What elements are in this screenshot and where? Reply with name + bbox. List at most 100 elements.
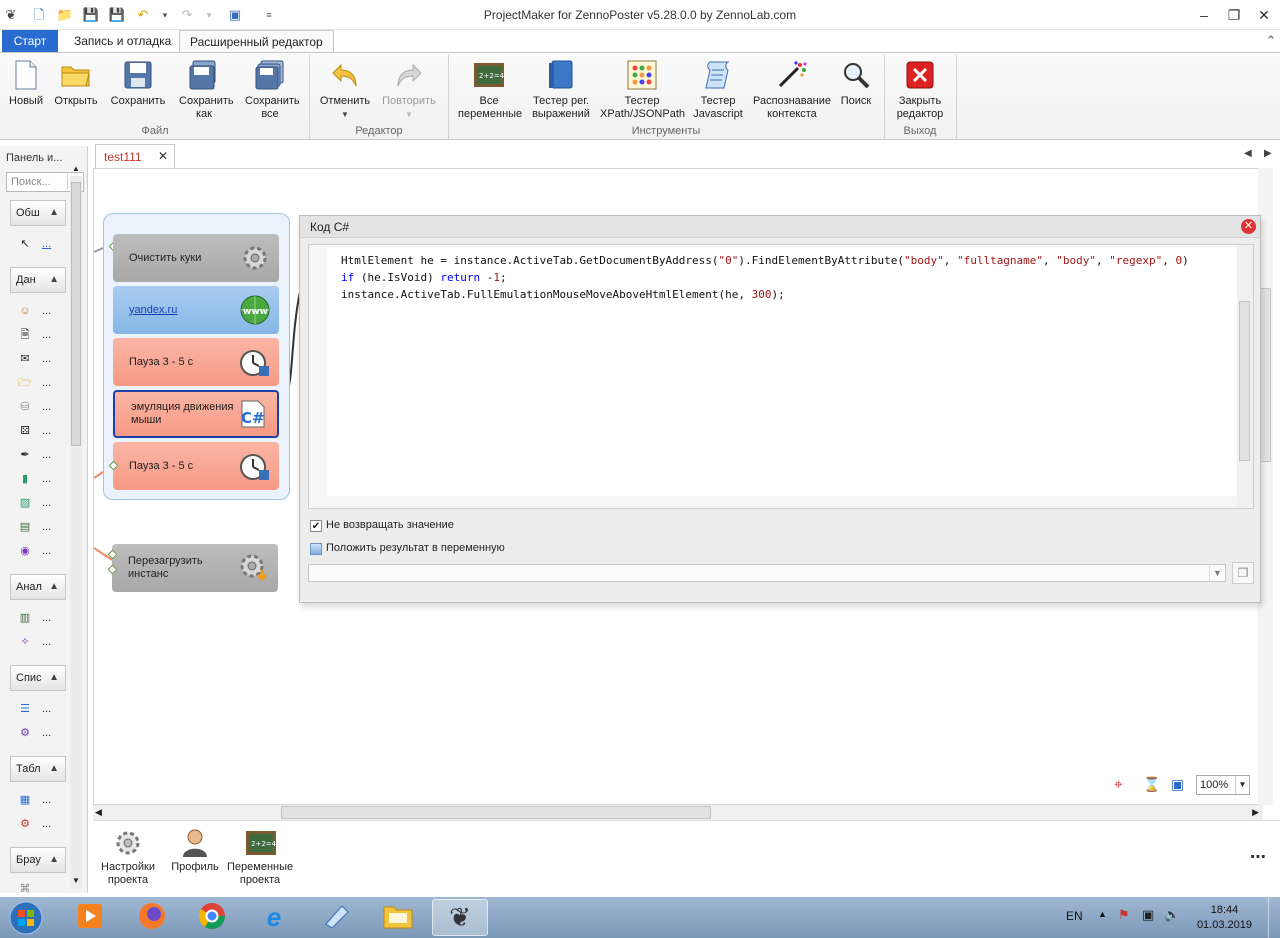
list-item[interactable]: ✉... (18, 350, 58, 368)
action-center-icon[interactable]: ⚑ (1118, 907, 1130, 923)
folder-icon: 🗁 (18, 377, 32, 389)
network-icon[interactable]: ▣ (1142, 907, 1154, 923)
block-pause-2[interactable]: Пауза 3 - 5 с (113, 442, 279, 490)
block-pause-1[interactable]: Пауза 3 - 5 с (113, 338, 279, 386)
volume-icon[interactable]: 🔈 (1164, 907, 1180, 923)
window-icon[interactable]: ▣ (1171, 776, 1184, 793)
list-item[interactable]: ↖... (18, 235, 58, 253)
section-data[interactable]: Дан ▲ (10, 267, 66, 293)
scroll-thumb[interactable] (1239, 301, 1250, 461)
minimize-icon[interactable]: – (1190, 4, 1218, 26)
redo-button[interactable]: Повторить ▼ (378, 59, 440, 121)
code-window-header[interactable]: Код C# ✕ (300, 216, 1260, 238)
copy-button[interactable]: ❐ (1232, 562, 1254, 584)
list-item[interactable]: ▥... (18, 609, 58, 627)
show-desktop-button[interactable] (1268, 897, 1280, 938)
list-item[interactable]: ▨... (18, 494, 58, 512)
taskbar-explorer[interactable] (370, 899, 426, 936)
context-recognition-button[interactable]: Распознавание контекста (752, 59, 832, 121)
chevron-down-icon[interactable]: ▼ (1209, 565, 1225, 581)
all-variables-button[interactable]: 2+2=4 Все переменные (456, 59, 522, 121)
project-variables-button[interactable]: 2+2=4 Переменные проекта (227, 827, 295, 887)
xpath-tester-button[interactable]: Тестер XPath/JSONPath (600, 59, 685, 121)
code-editor[interactable]: HtmlElement he = instance.ActiveTab.GetD… (308, 244, 1254, 509)
scroll-right-icon[interactable]: ▶ (1252, 807, 1259, 818)
list-item[interactable]: ▤... (18, 518, 58, 536)
list-item[interactable]: ▦... (18, 791, 58, 809)
section-browser[interactable]: Брау ▲ (10, 847, 66, 873)
panel-scrollbar[interactable]: ▲ ▼ (70, 164, 82, 889)
start-button[interactable] (0, 899, 52, 936)
scroll-thumb[interactable] (1260, 288, 1271, 462)
list-item[interactable]: ⚄... (18, 422, 58, 440)
list-item[interactable]: ◉... (18, 542, 58, 560)
scroll-thumb[interactable] (71, 182, 81, 446)
open-button[interactable]: Открыть (52, 59, 100, 108)
taskbar-ie[interactable]: e (246, 899, 302, 936)
list-item[interactable]: ✧... (18, 633, 58, 651)
language-indicator[interactable]: EN (1066, 909, 1083, 923)
js-tester-button[interactable]: Тестер Javascript (688, 59, 748, 121)
tab-record-debug[interactable]: Запись и отладка (64, 30, 181, 52)
section-analysis[interactable]: Анал ▲ (10, 574, 66, 600)
tab-start[interactable]: Старт (2, 30, 58, 52)
restore-icon[interactable]: ❐ (1220, 4, 1248, 26)
list-item[interactable]: ☺... (18, 302, 58, 320)
close-window-icon[interactable]: ✕ (1250, 4, 1278, 26)
profile-button[interactable]: Профиль (169, 827, 221, 874)
close-tab-icon[interactable]: ✕ (158, 149, 168, 163)
section-tables[interactable]: Табл ▲ (10, 756, 66, 782)
save-as-button[interactable]: Сохранить как (172, 59, 236, 121)
block-mouse-emulation[interactable]: эмуляция движения мыши C# (113, 390, 279, 438)
taskbar-zennoposter[interactable]: ❦ (432, 899, 488, 936)
scroll-up-icon[interactable]: ▲ (70, 164, 82, 176)
code-text[interactable]: HtmlElement he = instance.ActiveTab.GetD… (327, 248, 1237, 496)
tab-scroll-left-icon[interactable]: ◀ (1244, 148, 1252, 159)
system-clock[interactable]: 18:44 01.03.2019 (1197, 903, 1252, 933)
list-item[interactable]: 🗁... (18, 374, 58, 392)
taskbar-notepad[interactable] (308, 899, 364, 936)
list-item[interactable]: ✒... (18, 446, 58, 464)
chevron-down-icon[interactable]: ▼ (1235, 776, 1249, 794)
taskbar-media-player[interactable] (62, 899, 118, 936)
taskbar-chrome[interactable] (184, 899, 240, 936)
tab-scroll-right-icon[interactable]: ▶ (1264, 148, 1272, 159)
crosshair-icon[interactable]: ⌖ (1114, 776, 1122, 793)
list-item[interactable]: 🗎... (18, 326, 58, 344)
list-item[interactable]: ▮... (18, 470, 58, 488)
taskbar-firefox[interactable] (124, 899, 180, 936)
close-icon[interactable]: ✕ (1241, 219, 1256, 234)
scroll-down-icon[interactable]: ▼ (70, 876, 82, 888)
scroll-thumb[interactable] (281, 806, 711, 819)
section-general[interactable]: Обш ▲ (10, 200, 66, 226)
new-button[interactable]: Новый (6, 59, 46, 108)
more-icon[interactable]: ⋯ (1250, 847, 1266, 867)
list-item[interactable]: ⌘ (18, 880, 58, 898)
search-button[interactable]: Поиск (836, 59, 876, 108)
zoom-select[interactable]: 100% ▼ (1196, 775, 1250, 795)
list-item[interactable]: ☰... (18, 700, 58, 718)
block-yandex[interactable]: yandex.ru www (113, 286, 279, 334)
list-item[interactable]: ⛁... (18, 398, 58, 416)
project-settings-button[interactable]: Настройки проекта (99, 827, 157, 887)
close-editor-button[interactable]: Закрыть редактор (890, 59, 950, 121)
section-lists[interactable]: Спис ▲ (10, 665, 66, 691)
save-all-button[interactable]: Сохранить все (238, 59, 302, 121)
block-reload-instance[interactable]: Перезагрузить инстанс (112, 544, 278, 592)
list-item[interactable]: ⚙... (18, 724, 58, 742)
undo-dropdown-icon[interactable]: ▼ (316, 108, 374, 121)
block-clear-cookies[interactable]: Очистить куки (113, 234, 279, 282)
list-item[interactable]: ⚙... (18, 815, 58, 833)
scroll-left-icon[interactable]: ◀ (95, 807, 102, 818)
doc-tab-test111[interactable]: test111 ✕ (95, 144, 175, 168)
regex-tester-button[interactable]: Тестер рег. выражений (528, 59, 594, 121)
tray-expand-icon[interactable]: ▲ (1098, 909, 1107, 919)
hourglass-icon[interactable]: ⌛ (1143, 776, 1160, 793)
redo-dropdown-icon[interactable]: ▼ (378, 108, 440, 121)
tab-advanced-editor[interactable]: Расширенный редактор (179, 30, 334, 53)
collapse-ribbon-icon[interactable]: ⌃ (1262, 32, 1280, 50)
editor-scrollbar[interactable] (1237, 245, 1253, 508)
undo-button[interactable]: Отменить ▼ (316, 59, 374, 121)
result-variable-select[interactable]: ▼ (308, 564, 1226, 582)
save-button[interactable]: Сохранить (108, 59, 168, 108)
